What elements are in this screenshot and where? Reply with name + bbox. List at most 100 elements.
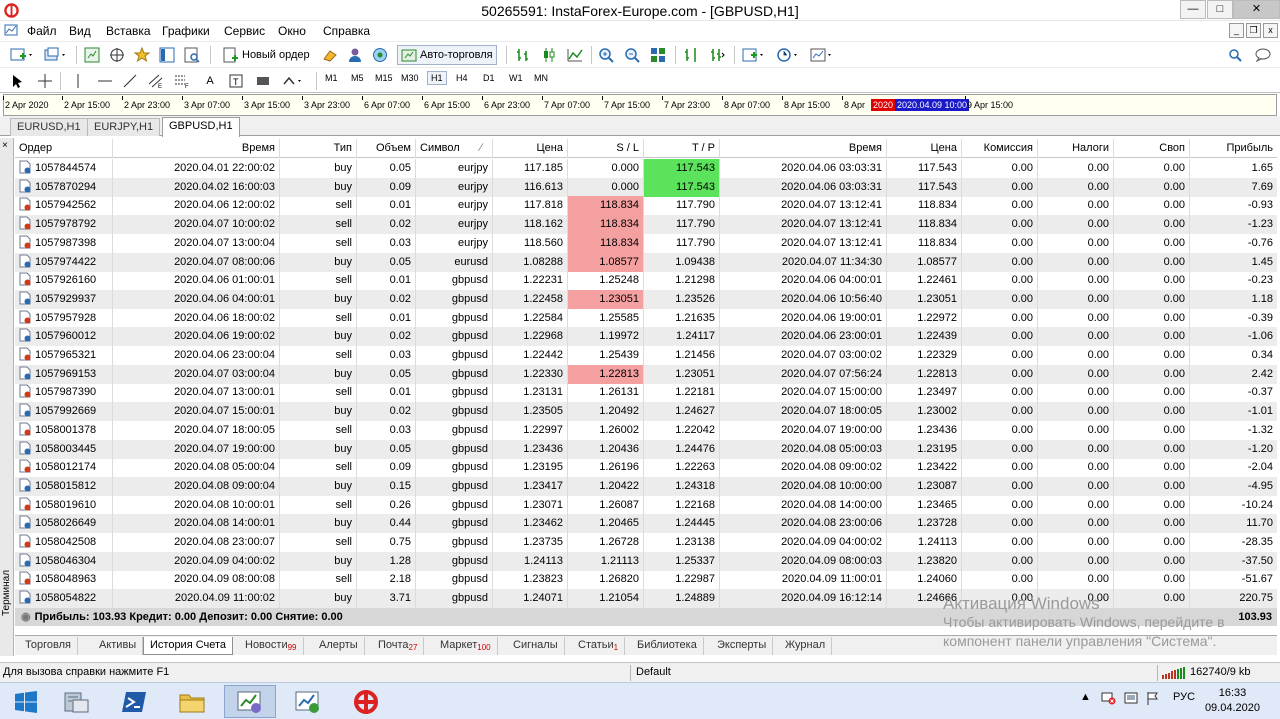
tester-icon[interactable] xyxy=(182,45,202,65)
col-type[interactable]: Тип xyxy=(280,139,357,158)
navigator-icon[interactable] xyxy=(107,45,127,65)
col-symbol[interactable]: Символ ∕ xyxy=(416,139,493,158)
metatrader-task-icon[interactable] xyxy=(224,685,276,718)
periods-icon[interactable] xyxy=(774,45,802,65)
col-order[interactable]: Ордер xyxy=(15,139,113,158)
tile-windows-icon[interactable] xyxy=(648,45,668,65)
tab-eurusd[interactable]: EURUSD,H1 xyxy=(10,118,88,136)
start-button[interactable] xyxy=(0,685,52,718)
table-row[interactable]: 1057929937 2020.04.06 04:00:01 buy 0.02 gbpu… xyxy=(15,289,1277,309)
timeframe-w1[interactable]: W1 xyxy=(509,73,523,83)
table-row[interactable]: 1057844574 2020.04.01 22:00:02 buy 0.05 eurj… xyxy=(15,159,1277,178)
timeframe-m1[interactable]: M1 xyxy=(325,73,338,83)
table-row[interactable]: 1057978792 2020.04.07 10:00:02 sell 0.02 eur… xyxy=(15,215,1277,235)
file-explorer-icon[interactable] xyxy=(166,685,218,718)
status-profile[interactable]: Default xyxy=(636,666,671,678)
timeframe-h4[interactable]: H4 xyxy=(456,73,468,83)
col-close-time[interactable]: Время xyxy=(720,139,887,158)
close-button[interactable]: ✕ xyxy=(1233,0,1280,19)
line-chart-icon[interactable] xyxy=(565,45,585,65)
table-row[interactable]: 1057987398 2020.04.07 13:00:04 sell 0.03 eur… xyxy=(15,233,1277,253)
table-row[interactable]: 1058001378 2020.04.07 18:00:05 sell 0.03 gbp… xyxy=(15,420,1277,440)
table-row[interactable]: 1058012174 2020.04.08 05:00:04 sell 0.09 gbp… xyxy=(15,458,1277,478)
indicators-icon[interactable] xyxy=(740,45,768,65)
chart-shift-icon[interactable] xyxy=(681,45,701,65)
menu-file[interactable]: Файл xyxy=(27,24,57,38)
child-minimize-button[interactable]: _ xyxy=(1229,23,1244,38)
tab-mailbox[interactable]: Почта27 xyxy=(372,637,425,655)
tab-exposure[interactable]: Активы xyxy=(93,637,144,655)
new-chart-icon[interactable] xyxy=(8,45,36,65)
powershell-icon[interactable] xyxy=(108,685,160,718)
rectangle-icon[interactable] xyxy=(254,71,272,91)
col-open-time[interactable]: Время xyxy=(113,139,280,158)
table-row[interactable]: 1058019610 2020.04.08 10:00:01 sell 0.26 gbp… xyxy=(15,495,1277,515)
timeframe-m5[interactable]: M5 xyxy=(351,73,364,83)
table-row[interactable]: 1057969153 2020.04.07 03:00:04 buy 0.05 gbpu… xyxy=(15,364,1277,384)
menu-charts[interactable]: Графики xyxy=(162,24,210,38)
menu-window[interactable]: Окно xyxy=(278,24,306,38)
cursor-icon[interactable] xyxy=(10,71,26,91)
horizontal-line-icon[interactable] xyxy=(96,71,114,91)
child-close-button[interactable]: x xyxy=(1263,23,1278,38)
col-commission[interactable]: Комиссия xyxy=(962,139,1038,158)
menu-view[interactable]: Вид xyxy=(69,24,91,38)
search-icon[interactable] xyxy=(1226,45,1244,65)
tab-journal[interactable]: Журнал xyxy=(779,637,833,655)
crosshair-icon[interactable] xyxy=(36,71,54,91)
menu-tools[interactable]: Сервис xyxy=(224,24,265,38)
text-tool-icon[interactable]: A xyxy=(202,71,218,91)
col-close-price[interactable]: Цена xyxy=(887,139,962,158)
tab-account-history[interactable]: История Счета xyxy=(143,637,234,655)
table-row[interactable]: 1058046304 2020.04.09 04:00:02 buy 1.28 gbpu… xyxy=(15,551,1277,571)
col-volume[interactable]: Объем xyxy=(357,139,416,158)
vertical-line-icon[interactable] xyxy=(72,71,84,91)
col-taxes[interactable]: Налоги xyxy=(1038,139,1114,158)
table-row[interactable]: 1057987390 2020.04.07 13:00:01 sell 0.01 gbp… xyxy=(15,383,1277,403)
tab-alerts[interactable]: Алерты xyxy=(313,637,365,655)
col-swap[interactable]: Своп xyxy=(1114,139,1190,158)
timeframe-m30[interactable]: M30 xyxy=(401,73,419,83)
signals-user-icon[interactable] xyxy=(345,45,365,65)
table-row[interactable]: 1058048963 2020.04.09 08:00:08 sell 2.18 gbp… xyxy=(15,570,1277,590)
col-sl[interactable]: S / L xyxy=(568,139,644,158)
auto-trading-button[interactable]: Авто-торговля xyxy=(397,45,497,65)
tab-gbpusd[interactable]: GBPUSD,H1 xyxy=(162,117,240,137)
close-terminal-icon[interactable]: × xyxy=(2,140,8,151)
col-tp[interactable]: T / P xyxy=(644,139,720,158)
table-row[interactable]: 1057870294 2020.04.02 16:00:03 buy 0.09 eurj… xyxy=(15,177,1277,197)
maximize-button[interactable]: □ xyxy=(1207,0,1233,19)
trendline-icon[interactable] xyxy=(121,71,139,91)
server-manager-icon[interactable] xyxy=(50,685,102,718)
tab-trade[interactable]: Торговля xyxy=(19,637,78,655)
terminal-panel-icon[interactable] xyxy=(157,45,177,65)
templates-icon[interactable] xyxy=(808,45,836,65)
menu-insert[interactable]: Вставка xyxy=(106,24,151,38)
col-profit[interactable]: Прибыль xyxy=(1190,139,1277,158)
favorites-icon[interactable] xyxy=(132,45,152,65)
table-row[interactable]: 1057992669 2020.04.07 15:00:01 buy 0.02 gbpu… xyxy=(15,402,1277,422)
table-row[interactable]: 1057960012 2020.04.06 19:00:02 buy 0.02 gbpu… xyxy=(15,327,1277,347)
candlestick-chart-icon[interactable] xyxy=(539,45,559,65)
timeframe-d1[interactable]: D1 xyxy=(483,73,495,83)
arrows-icon[interactable] xyxy=(280,71,308,91)
text-label-icon[interactable]: T xyxy=(227,71,245,91)
menu-help[interactable]: Справка xyxy=(323,24,370,38)
auto-scroll-icon[interactable] xyxy=(707,45,727,65)
bar-chart-icon[interactable] xyxy=(513,45,533,65)
taskbar-clock[interactable]: 16:33 09.04.2020 xyxy=(1205,686,1260,716)
table-row[interactable]: 1058026649 2020.04.08 14:00:01 buy 0.44 gbpu… xyxy=(15,514,1277,534)
tab-news[interactable]: Новости99 xyxy=(239,637,304,655)
community-icon[interactable] xyxy=(370,45,390,65)
tray-network-icon[interactable] xyxy=(1100,691,1116,708)
table-row[interactable]: 1058003445 2020.04.07 19:00:00 buy 0.05 gbpu… xyxy=(15,439,1277,459)
table-row[interactable]: 1057926160 2020.04.06 01:00:01 sell 0.01 gbp… xyxy=(15,271,1277,291)
timeframe-m15[interactable]: M15 xyxy=(375,73,393,83)
profiles-icon[interactable] xyxy=(42,45,70,65)
tab-market[interactable]: Маркет100 xyxy=(434,637,498,655)
equidistant-channel-icon[interactable]: E xyxy=(147,71,165,91)
table-row[interactable]: 1057974422 2020.04.07 08:00:06 buy 0.05 euru… xyxy=(15,252,1277,272)
tab-eurjpy[interactable]: EURJPY,H1 xyxy=(87,118,161,136)
chart-area[interactable]: 2 Apr 2020 2 Apr 15:00 2 Apr 23:00 3 Apr… xyxy=(0,92,1280,116)
tab-code-base[interactable]: Библиотека xyxy=(631,637,704,655)
